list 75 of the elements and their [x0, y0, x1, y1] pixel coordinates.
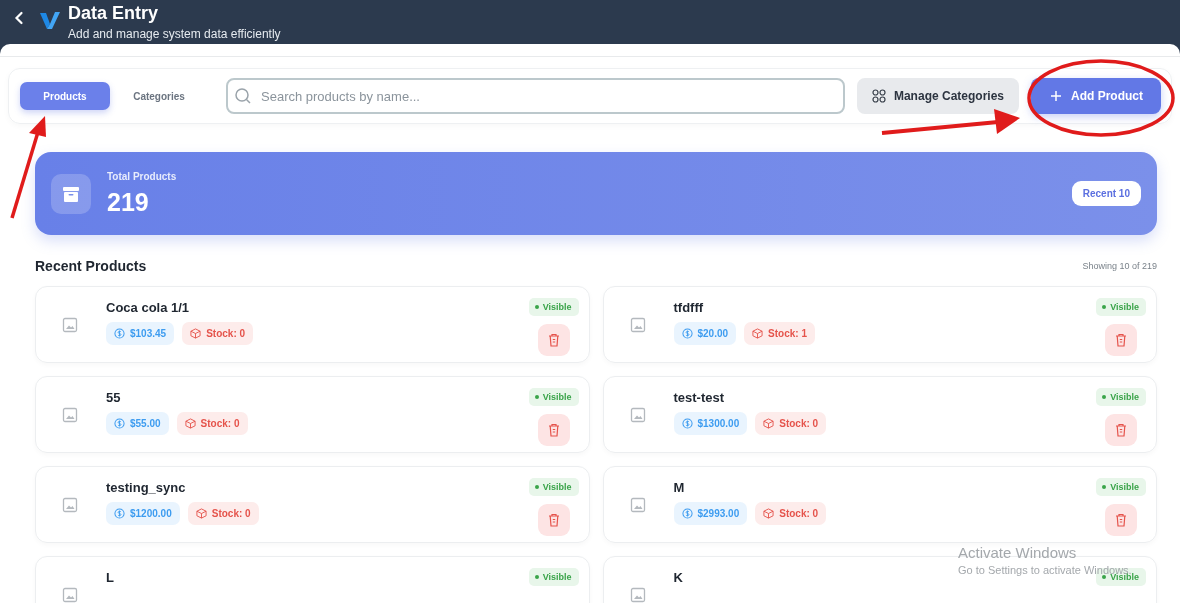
image-icon	[629, 317, 646, 333]
price-text: $1200.00	[130, 508, 172, 519]
image-icon	[629, 497, 646, 513]
manage-categories-button[interactable]: Manage Categories	[856, 78, 1019, 114]
price-text: $1300.00	[697, 418, 740, 429]
package-icon	[190, 328, 202, 339]
result-count: Showing 10 of 219	[1082, 261, 1157, 271]
product-card[interactable]: test-test $1300.00 Stock: 0 Visible	[602, 376, 1157, 453]
plus-icon	[1049, 89, 1063, 103]
search-icon	[234, 87, 252, 105]
price-text: $103.45	[130, 328, 167, 339]
delete-button[interactable]	[1105, 414, 1138, 446]
status-badge: Visible	[528, 388, 579, 406]
delete-button[interactable]	[537, 324, 570, 356]
product-name: K	[673, 570, 683, 585]
product-card[interactable]: Coca cola 1/1 $103.45 Stock: 0 Visible	[35, 286, 590, 363]
status-badge: Visible	[528, 568, 579, 586]
product-name: 55	[106, 390, 121, 405]
page-title: Data Entry	[68, 3, 160, 24]
add-product-button[interactable]: Add Product	[1031, 78, 1161, 114]
stock-text: Stock: 0	[779, 508, 819, 519]
image-icon	[62, 497, 78, 513]
status-badge: Visible	[528, 298, 579, 316]
product-card[interactable]: M $2993.00 Stock: 0 Visible	[602, 466, 1157, 543]
dollar-coin-icon	[114, 328, 125, 339]
dollar-coin-icon	[681, 508, 693, 519]
package-icon	[195, 508, 207, 519]
product-name: tfdfff	[673, 300, 704, 315]
product-name: testing_sync	[106, 480, 186, 495]
product-name: L	[106, 570, 114, 585]
product-name: test-test	[673, 390, 725, 405]
image-icon	[62, 317, 78, 333]
image-icon	[62, 587, 78, 603]
product-card[interactable]: testing_sync $1200.00 Stock: 0 Visible	[35, 466, 590, 543]
package-icon	[752, 328, 764, 339]
dollar-coin-icon	[681, 328, 693, 339]
image-icon	[629, 407, 646, 423]
stock-text: Stock: 1	[768, 328, 807, 339]
image-icon	[62, 407, 78, 423]
product-card[interactable]: 55 $55.00 Stock: 0 Visible	[35, 376, 590, 453]
dollar-coin-icon	[114, 508, 125, 519]
price-text: $2993.00	[697, 508, 740, 519]
status-badge: Visible	[1096, 388, 1146, 406]
dollar-coin-icon	[114, 418, 125, 429]
package-icon	[763, 418, 775, 429]
delete-button[interactable]	[537, 504, 570, 536]
product-card[interactable]: L Visible	[35, 556, 590, 603]
summary-value: 219	[107, 187, 150, 217]
product-name: Coca cola 1/1	[106, 300, 190, 315]
stock-text: Stock: 0	[200, 418, 240, 429]
price-text: $55.00	[130, 418, 161, 429]
package-icon	[184, 418, 196, 429]
product-card[interactable]: tfdfff $20.00 Stock: 1 Visible	[602, 286, 1157, 363]
tab[interactable]: Products	[20, 82, 110, 110]
status-badge: Visible	[1096, 298, 1146, 316]
price-text: $20.00	[697, 328, 729, 339]
grid-icon	[871, 89, 886, 103]
search-field[interactable]: Search products by name...	[226, 78, 845, 114]
stock-text: Stock: 0	[211, 508, 251, 519]
tab[interactable]: Categories	[114, 82, 204, 110]
stock-text: Stock: 0	[779, 418, 819, 429]
delete-button[interactable]	[1105, 324, 1138, 356]
package-icon	[763, 508, 775, 519]
image-icon	[629, 587, 646, 603]
recent-badge: Recent 10	[1071, 181, 1141, 206]
status-badge: Visible	[528, 478, 579, 496]
delete-button[interactable]	[1105, 504, 1138, 536]
dollar-coin-icon	[681, 418, 693, 429]
product-name: M	[673, 480, 685, 495]
page-subtitle: Add and manage system data efficiently	[68, 27, 281, 41]
stock-text: Stock: 0	[206, 328, 246, 339]
delete-button[interactable]	[537, 414, 570, 446]
summary-label: Total Products	[107, 170, 178, 182]
status-badge: Visible	[1096, 478, 1146, 496]
section-title: Recent Products	[35, 258, 147, 274]
